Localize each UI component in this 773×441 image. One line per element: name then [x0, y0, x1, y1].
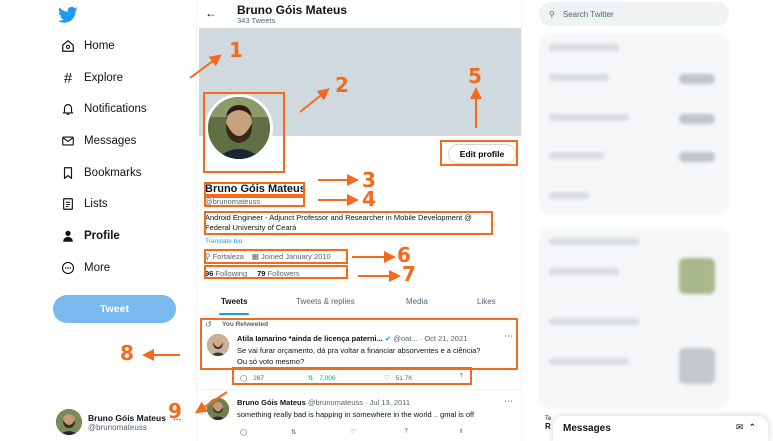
header-tweet-count: 343 Tweets: [237, 16, 276, 25]
annotation-box-follow: [204, 265, 348, 279]
profile-header-bar: ← Bruno Góis Mateus 343 Tweets: [197, 0, 521, 28]
nav-label: Explore: [84, 72, 123, 84]
nav-label: Home: [84, 40, 115, 52]
annotation-number: 9: [168, 399, 182, 423]
back-arrow-icon[interactable]: ←: [205, 6, 217, 20]
annotation-number: 5: [468, 64, 482, 88]
tweet-date[interactable]: · Jul 13, 2011: [365, 398, 410, 407]
annotation-number: 1: [229, 38, 243, 62]
home-icon: [60, 38, 76, 54]
messages-drawer-icons: ✉ ⌃: [736, 422, 756, 433]
nav-home[interactable]: Home: [60, 34, 115, 58]
nav-profile[interactable]: Profile: [60, 224, 120, 248]
share-icon[interactable]: ⤒: [405, 428, 408, 436]
person-icon: [60, 228, 76, 244]
nav-notifications[interactable]: Notifications: [60, 97, 147, 121]
tweet-author-name[interactable]: Bruno Góis Mateus: [237, 398, 306, 407]
annotation-number: 8: [120, 341, 134, 365]
tweet-author-handle[interactable]: @brunomateuss: [308, 398, 363, 407]
account-handle: @brunomateuss: [88, 422, 147, 432]
tweet-text: something really bad is happing in somew…: [237, 410, 475, 419]
annotation-box-actions: [232, 367, 472, 385]
nav-label: More: [84, 262, 111, 274]
header-name: Bruno Góis Mateus: [237, 3, 348, 17]
annotation-number: 4: [362, 187, 376, 211]
blurred-card: [539, 34, 729, 214]
annotation-box-bio: [204, 211, 493, 235]
new-message-icon[interactable]: ✉: [736, 422, 744, 432]
translate-bio-link[interactable]: Translate bio: [205, 238, 242, 245]
nav-label: Bookmarks: [84, 167, 142, 179]
annotation-number: 2: [335, 73, 349, 97]
annotation-box-handle: [204, 196, 305, 207]
tweet-header: Bruno Góis Mateus @brunomateuss · Jul 13…: [237, 398, 410, 407]
search-placeholder: Search Twitter: [562, 9, 614, 19]
list-icon: [60, 196, 76, 212]
tab-likes[interactable]: Likes: [477, 297, 496, 306]
annotation-box-name: [204, 182, 305, 196]
search-icon: ⚲: [549, 9, 555, 19]
analytics-icon[interactable]: ‖: [460, 428, 463, 435]
account-avatar: [56, 409, 82, 435]
retweet-icon[interactable]: ⇅: [291, 428, 296, 436]
bookmark-icon: [60, 165, 76, 181]
account-name: Bruno Góis Mateus: [88, 412, 166, 423]
sidebar-fragment-line: R: [545, 422, 551, 431]
messages-drawer[interactable]: Messages ✉ ⌃: [553, 416, 768, 441]
nav-label: Lists: [84, 198, 108, 210]
messages-title: Messages: [563, 423, 611, 434]
sidebar-fragment: Te R: [545, 416, 551, 431]
nav-label: Profile: [84, 230, 120, 242]
reply-icon[interactable]: ◯: [240, 428, 247, 436]
envelope-icon: [60, 133, 76, 149]
more-circle-icon: [60, 260, 76, 276]
nav-bookmarks[interactable]: Bookmarks: [60, 161, 142, 185]
annotation-number: 7: [402, 262, 416, 286]
search-input[interactable]: ⚲ Search Twitter: [539, 2, 729, 26]
tweet-button[interactable]: Tweet: [53, 295, 176, 323]
bell-icon: [60, 101, 76, 117]
hashtag-icon: #: [63, 69, 73, 87]
expand-chevron-icon[interactable]: ⌃: [748, 422, 756, 432]
active-tab-indicator: [219, 313, 249, 315]
twitter-bird-icon[interactable]: [58, 6, 78, 24]
annotation-box-meta: [204, 249, 348, 264]
tweet-more-icon[interactable]: ⋯: [504, 396, 513, 407]
tab-tweets-replies[interactable]: Tweets & replies: [296, 297, 355, 306]
nav-more[interactable]: More: [60, 256, 110, 280]
nav-messages[interactable]: Messages: [60, 129, 136, 153]
heart-icon[interactable]: ♡: [350, 428, 356, 436]
tab-media[interactable]: Media: [406, 297, 428, 306]
nav-explore[interactable]: # Explore: [60, 66, 123, 90]
nav-label: Messages: [84, 135, 137, 147]
annotation-box-edit: [440, 140, 518, 166]
tweet-divider: [196, 389, 522, 390]
nav-label: Notifications: [84, 103, 147, 115]
annotation-box-avatar: [203, 92, 285, 173]
blurred-card: [539, 228, 729, 408]
tab-tweets[interactable]: Tweets: [221, 297, 248, 306]
tweet-author-avatar[interactable]: [207, 398, 229, 420]
nav-lists[interactable]: Lists: [60, 192, 108, 216]
left-sidebar: Home # Explore Notifications Messages Bo…: [0, 0, 196, 441]
annotation-box-tweet: [200, 318, 518, 370]
